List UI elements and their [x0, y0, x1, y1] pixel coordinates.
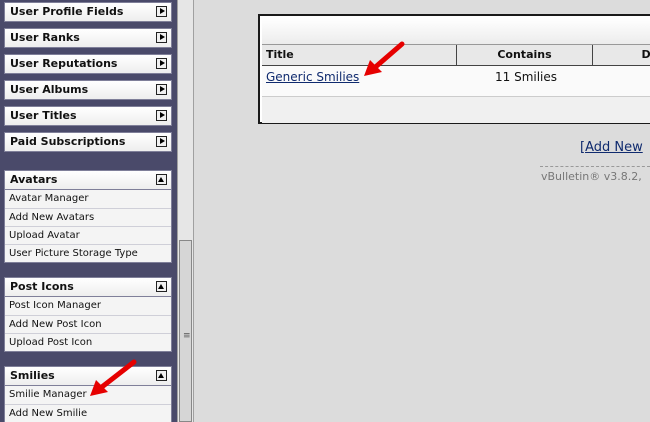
contains-count: 11 Smilies — [495, 70, 558, 84]
smilie-category-table: Title Contains Dis Generic Smilies 11 Sm… — [258, 14, 650, 124]
category-label: User Albums — [10, 83, 89, 96]
footer-copyright: vBulletin® v3.8.2, — [541, 170, 642, 183]
grip-icon: ≡ — [183, 331, 191, 341]
category-user-profile-fields[interactable]: User Profile Fields — [4, 2, 172, 22]
add-new-link[interactable]: [Add New — [580, 140, 643, 155]
category-post-icons[interactable]: Post Icons — [4, 277, 172, 297]
category-user-reputations[interactable]: User Reputations — [4, 54, 172, 74]
table-column-headers: Title Contains Dis — [262, 45, 650, 66]
category-label: Paid Subscriptions — [10, 135, 126, 148]
expand-icon[interactable] — [156, 84, 167, 95]
menu-item-user-picture-storage-type[interactable]: User Picture Storage Type — [5, 244, 171, 262]
category-user-titles[interactable]: User Titles — [4, 106, 172, 126]
sidebar-scrollbar[interactable]: ≡ — [177, 0, 194, 422]
menu-item-avatar-manager[interactable]: Avatar Manager — [5, 190, 171, 208]
collapse-icon[interactable] — [156, 281, 167, 292]
expand-icon[interactable] — [156, 6, 167, 17]
expand-icon[interactable] — [156, 136, 167, 147]
expand-icon[interactable] — [156, 58, 167, 69]
menu-item-add-new-post-icon[interactable]: Add New Post Icon — [5, 315, 171, 333]
category-user-ranks[interactable]: User Ranks — [4, 28, 172, 48]
category-paid-subscriptions[interactable]: Paid Subscriptions — [4, 132, 172, 152]
menu-item-add-new-avatars[interactable]: Add New Avatars — [5, 208, 171, 226]
column-display-order: Dis — [641, 48, 650, 61]
annotation-arrow-icon — [90, 359, 137, 396]
category-label: User Titles — [10, 109, 77, 122]
category-label: Avatars — [10, 173, 58, 186]
post-icons-menu: Post Icon Manager Add New Post Icon Uplo… — [4, 297, 172, 352]
category-label: User Reputations — [10, 57, 118, 70]
scrollbar-thumb[interactable]: ≡ — [179, 240, 192, 422]
expand-icon[interactable] — [156, 110, 167, 121]
sidebar: User Profile Fields User Ranks User Repu… — [0, 0, 177, 422]
category-label: User Ranks — [10, 31, 80, 44]
table-row: Generic Smilies 11 Smilies — [262, 66, 650, 96]
column-contains: Contains — [457, 45, 593, 65]
menu-item-post-icon-manager[interactable]: Post Icon Manager — [5, 297, 171, 315]
category-label: Post Icons — [10, 280, 74, 293]
table-footer-row — [262, 96, 650, 123]
annotation-arrow-icon — [364, 41, 405, 76]
main-content: Title Contains Dis Generic Smilies 11 Sm… — [194, 0, 650, 422]
category-avatars[interactable]: Avatars — [4, 170, 172, 190]
category-label: User Profile Fields — [10, 5, 124, 18]
category-label: Smilies — [10, 369, 55, 382]
avatars-menu: Avatar Manager Add New Avatars Upload Av… — [4, 190, 172, 263]
category-user-albums[interactable]: User Albums — [4, 80, 172, 100]
smilie-category-link[interactable]: Generic Smilies — [266, 70, 359, 84]
menu-item-upload-avatar[interactable]: Upload Avatar — [5, 226, 171, 244]
menu-item-add-new-smilie[interactable]: Add New Smilie — [5, 404, 171, 422]
expand-icon[interactable] — [156, 32, 167, 43]
collapse-icon[interactable] — [156, 174, 167, 185]
table-header-bar — [262, 18, 650, 45]
footer-divider — [540, 166, 650, 167]
collapse-icon[interactable] — [156, 370, 167, 381]
menu-item-upload-post-icon[interactable]: Upload Post Icon — [5, 333, 171, 351]
